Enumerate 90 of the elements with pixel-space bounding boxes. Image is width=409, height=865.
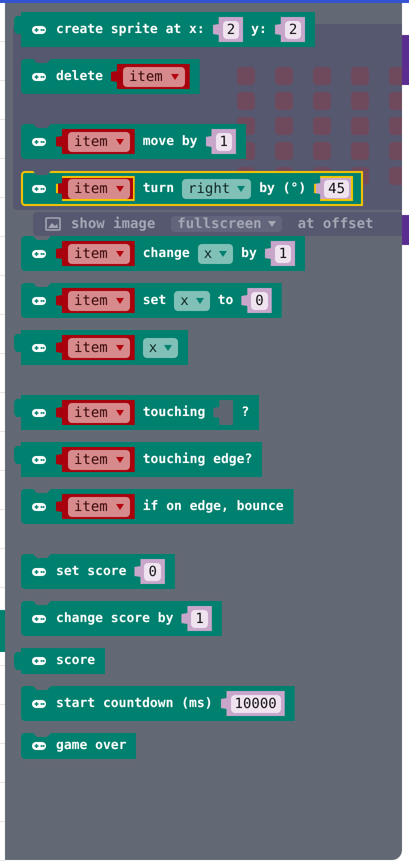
dropdown-arrow-icon	[116, 298, 124, 304]
gamepad-icon	[32, 502, 46, 512]
gamepad-icon	[32, 408, 46, 418]
code-block[interactable]: delete item	[21, 59, 200, 94]
number-input[interactable]: 1	[264, 241, 296, 266]
dropdown-arrow-icon	[170, 74, 179, 80]
gamepad-icon	[32, 454, 46, 464]
variable-dropdown[interactable]: item	[56, 241, 135, 266]
dropdown-arrow-icon	[116, 410, 124, 416]
code-block[interactable]: item touching ?	[14, 395, 260, 430]
block-label: start countdown (ms)	[56, 696, 213, 712]
dropdown-field[interactable]: x	[198, 244, 234, 264]
block-label: show image	[71, 216, 156, 232]
number-input[interactable]: 0	[134, 559, 165, 584]
number-input[interactable]: 1	[181, 606, 212, 631]
dropdown-arrow-icon	[196, 298, 204, 304]
dropdown-field[interactable]: x	[174, 290, 210, 310]
block-label: if on edge, bounce	[142, 498, 284, 514]
dropdown-arrow-icon	[219, 250, 228, 256]
dropdown-field[interactable]: x	[142, 338, 178, 358]
code-block[interactable]: item set x to 0	[21, 283, 282, 318]
gamepad-icon	[32, 296, 46, 306]
variable-dropdown[interactable]: item	[56, 176, 135, 201]
dropdown-field[interactable]: right	[182, 178, 252, 198]
number-input[interactable]: 2	[274, 17, 306, 42]
dropdown-arrow-icon	[268, 221, 276, 227]
block-label: change	[142, 246, 190, 262]
code-block[interactable]: item touching edge?	[14, 442, 262, 477]
number-input[interactable]: 2	[212, 17, 244, 42]
code-block[interactable]: item turn right by (°) 45	[21, 171, 364, 206]
code-block[interactable]: change score by 1	[21, 601, 222, 636]
block-label: to	[218, 292, 234, 308]
code-block[interactable]: item x	[14, 330, 188, 365]
gamepad-icon	[32, 24, 46, 34]
block-label: delete	[56, 68, 103, 84]
variable-dropdown[interactable]: item	[56, 494, 135, 519]
variable-dropdown[interactable]: item	[56, 335, 135, 360]
code-block[interactable]: set score 0	[21, 554, 175, 589]
variable-dropdown[interactable]: item	[110, 64, 190, 89]
block-label: by (°)	[259, 180, 306, 196]
dropdown-arrow-icon	[116, 344, 124, 350]
gamepad-icon	[32, 72, 46, 82]
block-label: y:	[251, 22, 267, 38]
code-block[interactable]: score	[14, 648, 106, 674]
dropdown-arrow-icon	[116, 456, 124, 462]
dropdown-arrow-icon	[116, 504, 124, 510]
gamepad-icon	[32, 656, 46, 666]
block-label: change score by	[56, 610, 174, 626]
variable-dropdown[interactable]: item	[56, 400, 135, 425]
dropdown-arrow-icon	[164, 344, 172, 350]
gamepad-icon	[32, 566, 46, 576]
block-label: ?	[241, 404, 250, 420]
code-block[interactable]: start countdown (ms) 10000	[21, 686, 295, 721]
image-icon	[45, 217, 61, 231]
block-label: move by	[142, 134, 198, 150]
block-label: create sprite at x:	[56, 22, 205, 38]
number-input[interactable]: 0	[241, 288, 272, 313]
empty-input-slot[interactable]	[213, 400, 234, 425]
gamepad-icon	[32, 342, 46, 352]
block-label: touching	[142, 404, 206, 420]
block-label: turn	[142, 180, 174, 196]
block-label: score	[56, 653, 96, 669]
gamepad-icon	[32, 136, 46, 146]
block-label: by	[241, 246, 257, 262]
selected-category-marker	[0, 610, 5, 652]
number-input[interactable]: 10000	[220, 691, 285, 716]
variable-dropdown[interactable]: item	[56, 447, 135, 472]
code-block[interactable]: item if on edge, bounce	[21, 489, 294, 524]
code-block[interactable]: create sprite at x: 2 y: 2	[14, 12, 316, 47]
variable-dropdown[interactable]: item	[56, 129, 135, 154]
code-block[interactable]: item change x by 1	[21, 236, 306, 271]
gamepad-icon	[32, 248, 46, 258]
dropdown-arrow-icon	[116, 186, 124, 192]
gamepad-icon	[32, 184, 46, 194]
number-input[interactable]: 45	[314, 176, 354, 201]
block-label: set score	[56, 564, 126, 580]
variable-dropdown[interactable]: item	[56, 288, 135, 313]
dropdown-arrow-icon	[237, 186, 246, 192]
code-block[interactable]: game over	[21, 733, 136, 759]
dropdown-arrow-icon	[116, 138, 124, 144]
block-label: game over	[56, 738, 126, 754]
block-label: at offset	[298, 216, 374, 232]
gamepad-icon	[32, 741, 46, 751]
block-label: touching edge?	[142, 452, 252, 468]
gamepad-icon	[32, 698, 46, 708]
dropdown-arrow-icon	[116, 250, 124, 256]
code-block[interactable]: item move by 1	[21, 124, 246, 159]
block-label: set	[142, 292, 166, 308]
number-input[interactable]: 1	[206, 129, 236, 154]
gamepad-icon	[32, 614, 46, 624]
